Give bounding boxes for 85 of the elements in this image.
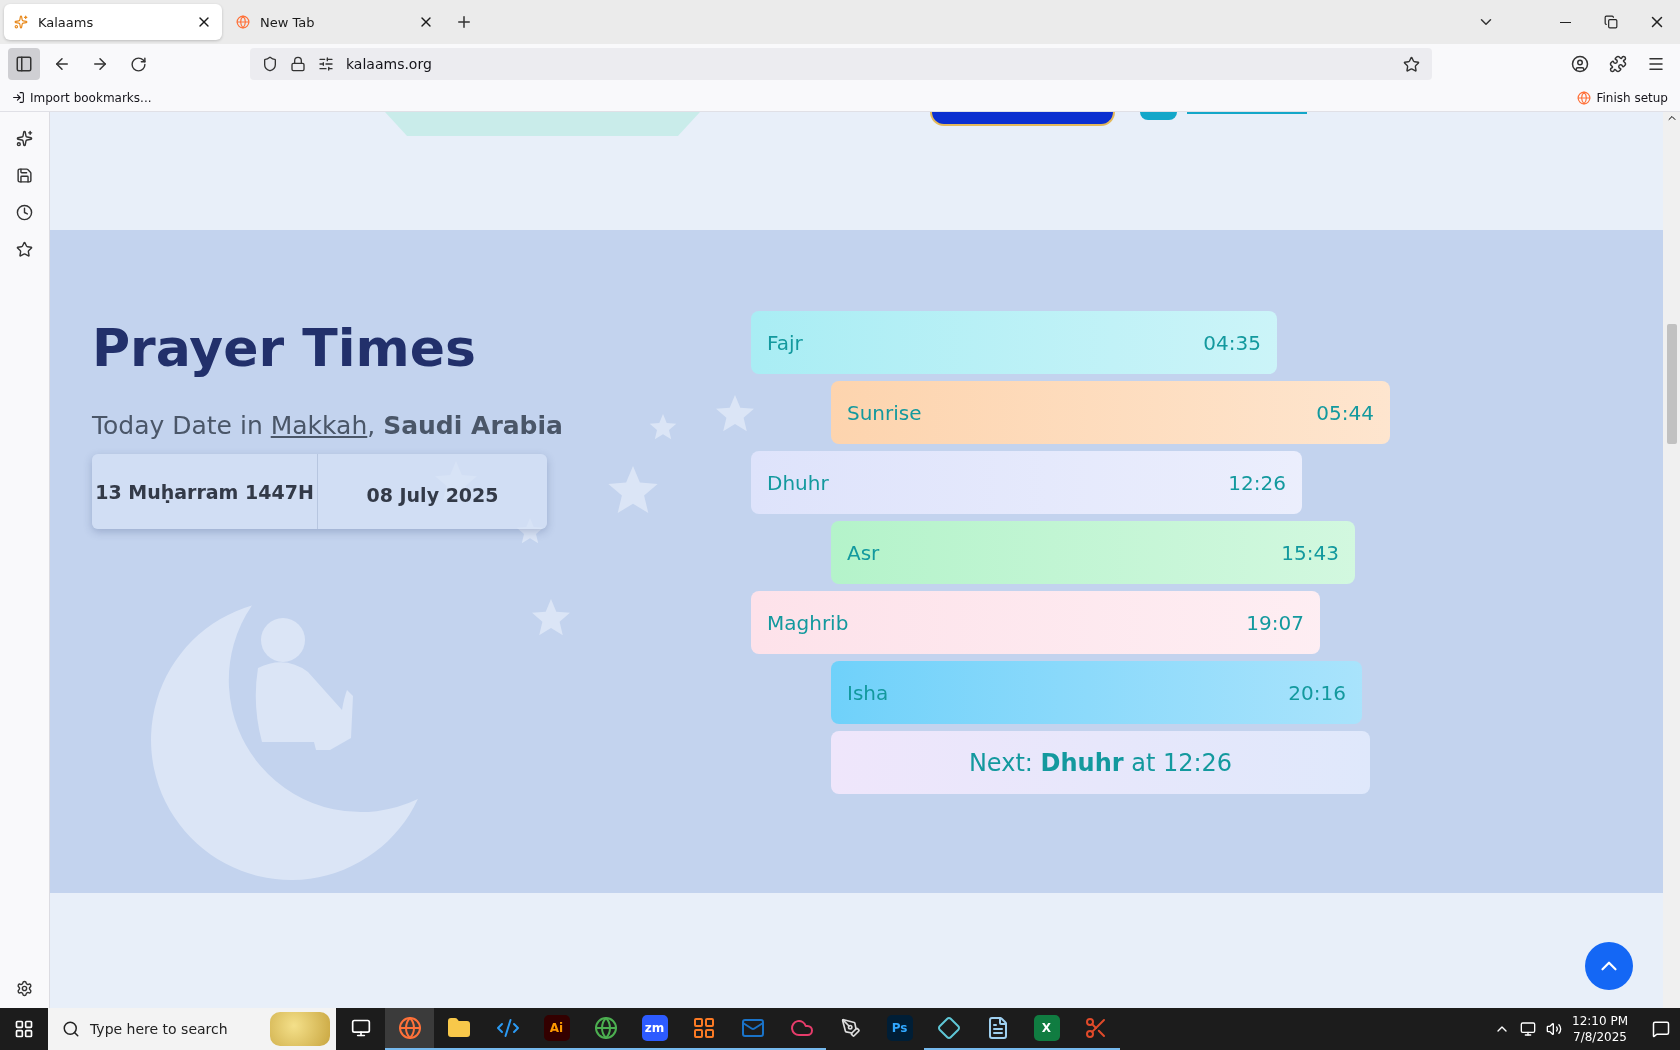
scissors-icon	[1083, 1016, 1108, 1040]
next-prayer-text: Next: Dhuhr at 12:26	[968, 748, 1233, 777]
prayer-name: Sunrise	[847, 400, 922, 425]
star-icon	[16, 240, 33, 258]
browser-icon	[1577, 90, 1592, 105]
sidebar-icon	[15, 55, 33, 73]
taskbar-app-button[interactable]: X	[1022, 1008, 1071, 1050]
app-tile-icon: X	[1033, 1015, 1060, 1041]
taskbar-app-button[interactable]: Ai	[532, 1008, 581, 1050]
comma-text: ,	[367, 411, 377, 441]
shield-icon	[262, 56, 278, 72]
volume-icon[interactable]	[1546, 1021, 1562, 1037]
restore-icon	[1604, 15, 1618, 29]
star-icon	[608, 466, 658, 513]
code-editor-icon	[495, 1016, 520, 1040]
globe-icon	[593, 1016, 618, 1040]
pen-icon	[840, 1018, 861, 1038]
hijri-date: 13 Muḥarram 1447H	[94, 479, 315, 505]
settings-icon	[16, 979, 33, 997]
taskbar-app-button[interactable]: zm	[630, 1008, 679, 1050]
notification-icon[interactable]	[1652, 1020, 1670, 1038]
browser-icon	[397, 1016, 422, 1040]
star-icon	[716, 395, 754, 432]
search-icon	[62, 1020, 80, 1038]
subtitle-text: Today Date in	[92, 411, 264, 441]
taskbar-app-button[interactable]: Ps	[875, 1008, 924, 1050]
windows-icon	[14, 1019, 34, 1039]
account-icon	[1571, 55, 1589, 73]
lock-icon	[290, 56, 306, 72]
app-tile-icon: Ai	[543, 1015, 570, 1041]
browser-tab[interactable]: Kalaams	[4, 4, 222, 40]
plus-icon	[455, 13, 473, 31]
finish-setup-link[interactable]: Finish setup	[1577, 90, 1668, 105]
prayer-time: 19:07	[1246, 610, 1304, 635]
prayer-time: 15:43	[1281, 540, 1339, 565]
import-icon	[12, 91, 25, 104]
country-text: Saudi Arabia	[383, 411, 563, 441]
forward-arrow-icon	[91, 55, 109, 73]
permissions-icon	[318, 56, 334, 72]
address-bar[interactable]: kalaams.org	[250, 48, 1432, 80]
taskbar-search-field[interactable]: Type here to search	[48, 1008, 336, 1050]
city-link[interactable]: Makkah	[270, 411, 368, 441]
prayer-time: 12:26	[1228, 470, 1286, 495]
star-icon	[649, 414, 677, 440]
browser-icon	[236, 15, 250, 29]
taskbar-clock[interactable]: 12:10 PM 7/8/2025	[1572, 1012, 1628, 1046]
app-tile-icon: zm	[641, 1015, 668, 1041]
prayer-name: Maghrib	[767, 610, 849, 635]
taskbar-app-button[interactable]	[385, 1008, 434, 1050]
prayer-name: Asr	[847, 540, 880, 565]
page-title: Prayer Times	[92, 320, 477, 378]
gregorian-date: 08 July 2025	[317, 454, 547, 530]
scrollbar[interactable]	[1663, 112, 1680, 1008]
bookmark-item[interactable]: Import bookmarks...	[12, 90, 152, 105]
sparkle-icon	[16, 129, 33, 147]
browser-tab[interactable]: New Tab	[226, 4, 444, 40]
prayer-time: 04:35	[1203, 330, 1261, 355]
task-view-icon	[350, 1018, 371, 1038]
scrollbar-thumb[interactable]	[1666, 324, 1677, 444]
puzzle-icon	[1609, 55, 1627, 73]
page-button[interactable]	[930, 112, 1115, 126]
prayer-name: Fajr	[767, 330, 803, 355]
tab-title: Kalaams	[38, 14, 95, 30]
reload-icon	[129, 55, 147, 73]
network-icon[interactable]	[1520, 1021, 1536, 1037]
scroll-to-top-button[interactable]	[1585, 942, 1633, 990]
tab-title: New Tab	[260, 14, 316, 30]
clock-icon	[16, 203, 33, 221]
grid-icon	[691, 1016, 716, 1040]
app-tile-icon: Ps	[886, 1015, 913, 1041]
star-icon	[532, 599, 570, 636]
prayer-time: 20:16	[1288, 680, 1346, 705]
folder-icon	[446, 1016, 471, 1040]
url-text: kalaams.org	[346, 56, 433, 72]
mail-icon	[740, 1016, 765, 1040]
diamond-icon	[936, 1016, 961, 1040]
menu-icon	[1647, 55, 1665, 73]
site-icon	[14, 15, 28, 29]
minimize-icon	[1559, 21, 1571, 23]
sidebar-toggle-button[interactable]	[8, 48, 40, 80]
save-icon	[16, 166, 33, 184]
prayer-time: 05:44	[1316, 400, 1374, 425]
prayer-name: Dhuhr	[767, 470, 829, 495]
prayer-name: Isha	[847, 680, 889, 705]
bookmark-star-icon[interactable]	[1403, 55, 1420, 73]
